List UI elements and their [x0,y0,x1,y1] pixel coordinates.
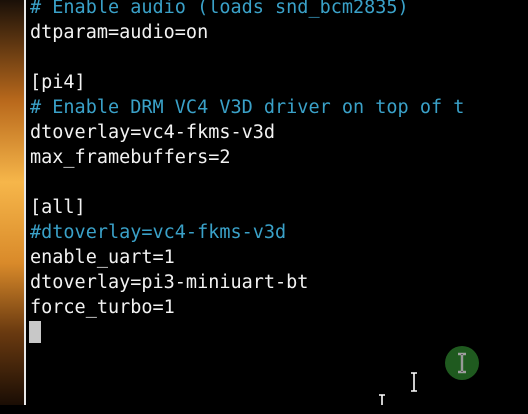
config-line: # Enable audio (loads snd_bcm2835) [30,0,409,18]
terminal-window[interactable]: # Enable audio (loads snd_bcm2835) dtpar… [27,0,528,405]
pointer-highlight [445,346,479,380]
i-beam-cursor-icon [410,372,418,392]
text-cursor [29,321,41,343]
i-beam-cursor-icon [378,394,386,414]
config-line: #dtoverlay=vc4-fkms-v3d [30,222,287,243]
config-line: dtoverlay=vc4-fkms-v3d [30,122,276,143]
config-line: dtoverlay=pi3-miniuart-bt [30,272,309,293]
i-beam-pointer-icon [458,352,466,374]
config-line: enable_uart=1 [30,247,175,268]
config-line: max_framebuffers=2 [30,147,231,168]
config-line: force_turbo=1 [30,297,175,318]
config-line: [pi4] [30,72,86,93]
desktop-wallpaper-strip [0,0,26,405]
config-line: # Enable DRM VC4 V3D driver on top of t [30,97,465,118]
config-line: dtparam=audio=on [30,22,209,43]
config-line: [all] [30,197,86,218]
